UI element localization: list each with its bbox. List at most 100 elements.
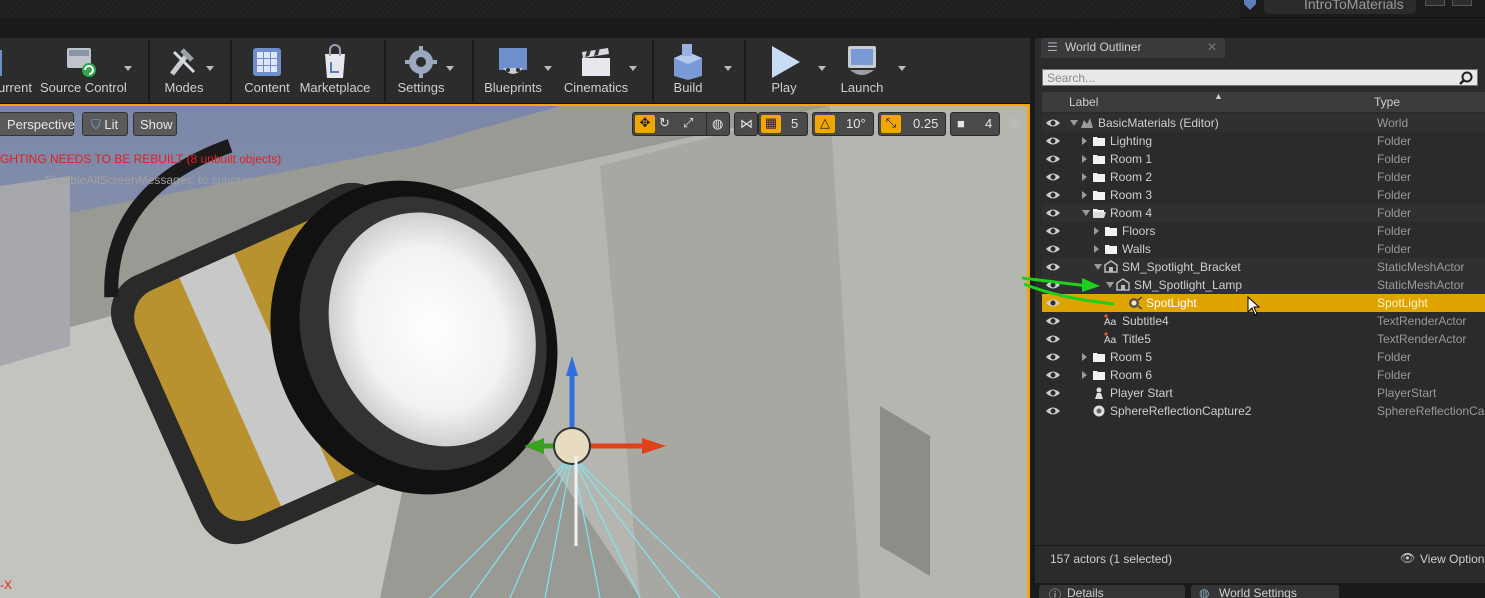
expand-arrow-icon[interactable]	[1082, 155, 1087, 163]
view-options-button[interactable]: View Option	[1420, 552, 1484, 566]
outliner-row[interactable]: Player Start PlayerStart	[1042, 384, 1485, 402]
source-control-button[interactable]: Source Control	[40, 38, 127, 104]
eye-icon[interactable]	[1045, 387, 1061, 399]
eye-icon[interactable]	[1045, 351, 1061, 363]
lighting-warning: LIGHTING NEEDS TO BE REBUILT (8 unbuilt …	[0, 152, 282, 166]
play-dropdown[interactable]	[816, 38, 828, 104]
cinematics-button[interactable]: Cinematics	[562, 38, 630, 104]
close-icon[interactable]: ✕	[1207, 40, 1217, 54]
launch-icon	[848, 46, 876, 75]
col-label-header[interactable]: Label	[1069, 95, 1098, 109]
outliner-row[interactable]: Room 4 Folder	[1042, 204, 1485, 222]
translate-icon[interactable]: ✥	[635, 115, 655, 133]
eye-icon[interactable]	[1045, 135, 1061, 147]
outliner-row[interactable]: Aa Subtitle4 TextRenderActor	[1042, 312, 1485, 330]
tab-world-settings[interactable]: ◍ World Settings	[1191, 585, 1339, 598]
search-icon[interactable]	[1459, 71, 1473, 85]
search-input[interactable]: Search...	[1042, 69, 1478, 86]
collapse-arrow-icon[interactable]	[1082, 210, 1090, 216]
lit-button[interactable]: ⛉ Lit	[82, 112, 128, 136]
collapse-arrow-icon[interactable]	[1070, 120, 1078, 126]
scale-snap-button[interactable]: ⤡ 0.25	[878, 112, 946, 136]
coordinate-system-button[interactable]: ◍	[706, 112, 730, 136]
blueprints-button[interactable]: Blueprints	[480, 38, 546, 104]
axis-label: -X	[0, 578, 12, 592]
lit-icon: ⛉	[91, 117, 101, 132]
expand-arrow-icon[interactable]	[1094, 245, 1099, 253]
settings-button[interactable]: Settings	[392, 38, 450, 104]
show-button[interactable]: Show	[133, 112, 177, 136]
transform-tools[interactable]: ✥ ↻ ⤢	[632, 112, 714, 136]
eye-icon[interactable]	[1045, 189, 1061, 201]
build-button[interactable]: Build	[662, 38, 714, 104]
toolbar-separator	[472, 40, 474, 102]
outliner-row[interactable]: Lighting Folder	[1042, 132, 1485, 150]
expand-arrow-icon[interactable]	[1082, 371, 1087, 379]
build-dropdown[interactable]	[722, 38, 734, 104]
surface-snap-icon: ⋈	[740, 116, 753, 131]
expand-arrow-icon[interactable]	[1094, 227, 1099, 235]
play-button[interactable]: Play	[758, 38, 810, 104]
expand-arrow-icon[interactable]	[1082, 191, 1087, 199]
save-current-button[interactable]: urrent	[0, 38, 32, 104]
scale-icon[interactable]: ⤢	[683, 115, 693, 131]
outliner-row[interactable]: SphereReflectionCapture2 SphereReflection…	[1042, 402, 1485, 420]
tab-world-outliner[interactable]: ☰ World Outliner ✕	[1041, 38, 1225, 58]
grid-snap-button[interactable]: ▦ 5	[758, 112, 808, 136]
outliner-row[interactable]: Room 3 Folder	[1042, 186, 1485, 204]
source-control-dropdown[interactable]	[122, 38, 134, 104]
eye-icon[interactable]	[1045, 333, 1061, 345]
launch-dropdown[interactable]	[896, 38, 908, 104]
maximize-button[interactable]	[1452, 0, 1472, 6]
eye-icon[interactable]	[1045, 315, 1061, 327]
expand-arrow-icon[interactable]	[1082, 353, 1087, 361]
rotation-snap-button[interactable]: △ 10°	[812, 112, 874, 136]
toolbar-separator	[384, 40, 386, 102]
surface-snap-button[interactable]: ⋈	[734, 112, 758, 136]
sort-icon: ▲	[1214, 91, 1223, 101]
toolbar-separator	[744, 40, 746, 102]
settings-dropdown[interactable]	[444, 38, 456, 104]
row-label: Room 2	[1110, 170, 1153, 184]
perspective-button[interactable]: Perspective	[0, 112, 75, 136]
outliner-row[interactable]: Floors Folder	[1042, 222, 1485, 240]
eye-icon[interactable]	[1045, 243, 1061, 255]
cinematics-dropdown[interactable]	[627, 38, 639, 104]
outliner-row[interactable]: Room 5 Folder	[1042, 348, 1485, 366]
eye-icon[interactable]	[1045, 369, 1061, 381]
eye-icon[interactable]	[1045, 225, 1061, 237]
outliner-row[interactable]: Room 1 Folder	[1042, 150, 1485, 168]
eye-icon[interactable]	[1045, 117, 1061, 129]
project-tab-label: IntroToMaterials	[1304, 0, 1404, 12]
marketplace-icon	[325, 44, 345, 78]
minimize-button[interactable]	[1425, 0, 1445, 6]
folder-open-icon	[1092, 206, 1106, 220]
expand-arrow-icon[interactable]	[1082, 173, 1087, 181]
eye-icon[interactable]	[1045, 171, 1061, 183]
project-tab[interactable]: IntroToMaterials	[1264, 0, 1416, 14]
maximize-viewport-button[interactable]: ▣	[1006, 112, 1024, 136]
row-label: SM_Spotlight_Bracket	[1122, 260, 1241, 274]
col-type-header[interactable]: Type	[1374, 95, 1400, 109]
expand-arrow-icon[interactable]	[1082, 137, 1087, 145]
modes-dropdown[interactable]	[204, 38, 216, 104]
row-type: Folder	[1377, 152, 1412, 166]
outliner-row[interactable]: Aa Title5 TextRenderActor	[1042, 330, 1485, 348]
eye-icon[interactable]	[1045, 405, 1061, 417]
outliner-row[interactable]: Room 6 Folder	[1042, 366, 1485, 384]
rotate-icon[interactable]: ↻	[659, 115, 670, 131]
marketplace-button[interactable]: Marketplace	[298, 38, 372, 104]
modes-button[interactable]: Modes	[158, 38, 210, 104]
blueprints-dropdown[interactable]	[542, 38, 554, 104]
launch-button[interactable]: Launch	[834, 38, 890, 104]
eye-icon[interactable]	[1045, 153, 1061, 165]
outliner-row[interactable]: BasicMaterials (Editor) World	[1042, 114, 1485, 132]
level-viewport[interactable]: Perspective ⛉ Lit Show ✥ ↻ ⤢ ◍ ⋈ ▦ 5 △ 1…	[0, 106, 1027, 598]
tab-details[interactable]: ⓘ Details	[1039, 585, 1185, 598]
eye-icon[interactable]	[1045, 207, 1061, 219]
row-type: StaticMeshActor	[1377, 260, 1465, 274]
content-button[interactable]: Content	[240, 38, 294, 104]
camera-speed-button[interactable]: ■ 4	[950, 112, 1000, 136]
outliner-row[interactable]: Walls Folder	[1042, 240, 1485, 258]
outliner-row[interactable]: Room 2 Folder	[1042, 168, 1485, 186]
